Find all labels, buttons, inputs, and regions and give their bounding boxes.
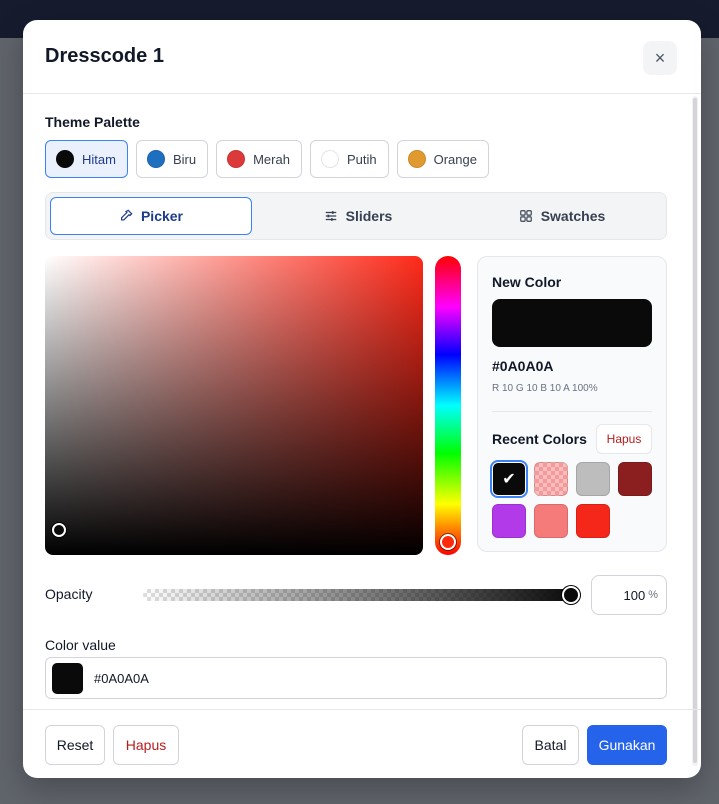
palette-chip-hitam[interactable]: Hitam (45, 140, 128, 178)
opacity-input[interactable]: 100 % (591, 575, 667, 615)
eyedropper-icon (120, 209, 133, 221)
card-divider (492, 411, 652, 412)
cancel-button[interactable]: Batal (522, 725, 579, 765)
tab-picker[interactable]: Picker (50, 197, 252, 235)
saturation-value-area[interactable] (45, 256, 423, 555)
sliders-icon (325, 211, 336, 221)
opacity-unit: % (648, 589, 658, 601)
picker-mode-tabs: Picker Sliders Swatches (45, 192, 667, 240)
palette-chip-label: Biru (172, 151, 197, 167)
close-button[interactable]: × (643, 41, 677, 75)
new-color-preview (492, 299, 652, 347)
hue-slider[interactable] (435, 256, 461, 555)
recent-color-swatch[interactable] (534, 504, 568, 538)
reset-button[interactable]: Reset (45, 725, 105, 765)
opacity-label: Opacity (45, 586, 93, 602)
opacity-value: 100 (623, 587, 646, 603)
recent-color-swatch[interactable] (576, 504, 610, 538)
palette-chip-label: Orange (433, 151, 477, 167)
recent-color-swatch[interactable] (576, 462, 610, 496)
modal-title: Dresscode 1 (45, 45, 164, 67)
color-value-label: Color value (45, 637, 116, 653)
new-color-rgba: R 10 G 10 B 10 A 100% (492, 383, 598, 394)
color-info-card: New Color #0A0A0A R 10 G 10 B 10 A 100% … (477, 256, 667, 552)
color-value-field[interactable]: #0A0A0A (45, 657, 667, 699)
check-icon: ✔ (502, 471, 516, 488)
palette-color-dot (227, 150, 246, 168)
theme-palette-list: Hitam Biru Merah Putih Orange (45, 140, 489, 178)
palette-color-dot (56, 150, 74, 168)
apply-button[interactable]: Gunakan (587, 725, 667, 765)
recent-colors-grid: ✔ (492, 462, 656, 538)
palette-chip-putih[interactable]: Putih (309, 140, 389, 178)
hue-slider-handle[interactable] (440, 534, 456, 550)
tab-swatches[interactable]: Swatches (460, 197, 664, 235)
opacity-slider[interactable] (143, 589, 575, 601)
recent-color-swatch[interactable] (492, 504, 526, 538)
tab-picker-label: Picker (140, 208, 184, 224)
recent-color-swatch[interactable]: ✔ (492, 462, 526, 496)
palette-color-dot (146, 150, 165, 168)
color-value-text[interactable]: #0A0A0A (94, 671, 149, 686)
palette-chip-label: Merah (253, 151, 290, 167)
new-color-hex: #0A0A0A (492, 358, 554, 374)
color-value-swatch[interactable] (52, 663, 83, 694)
palette-chip-orange[interactable]: Orange (396, 140, 489, 178)
color-picker-modal: Dresscode 1 × Theme Palette Hitam Biru Mer… (23, 20, 701, 778)
tab-sliders[interactable]: Sliders (256, 197, 460, 235)
palette-color-dot (320, 150, 339, 168)
tab-sliders-label: Sliders (345, 208, 393, 224)
palette-color-dot (407, 150, 426, 168)
tab-swatches-label: Swatches (540, 208, 606, 224)
close-icon: × (654, 47, 666, 68)
new-color-label: New Color (492, 274, 562, 290)
theme-palette-label: Theme Palette (45, 114, 140, 130)
palette-chip-label: Hitam (82, 151, 116, 167)
palette-chip-label: Putih (346, 151, 377, 167)
palette-chip-biru[interactable]: Biru (135, 140, 209, 178)
modal-header: Dresscode 1 × (23, 20, 701, 94)
palette-chip-merah[interactable]: Merah (216, 140, 302, 178)
modal-footer: Reset Hapus Batal Gunakan (23, 709, 701, 778)
grid-icon (519, 210, 532, 222)
hapus-button[interactable]: Hapus (113, 725, 179, 765)
clear-recent-button[interactable]: Hapus (596, 424, 652, 454)
saturation-value-handle[interactable] (52, 523, 66, 537)
recent-color-swatch[interactable] (618, 462, 652, 496)
opacity-slider-handle[interactable] (562, 586, 580, 604)
recent-colors-label: Recent Colors (492, 431, 587, 447)
recent-color-swatch[interactable] (534, 462, 568, 496)
scrollbar-thumb[interactable] (693, 98, 697, 763)
